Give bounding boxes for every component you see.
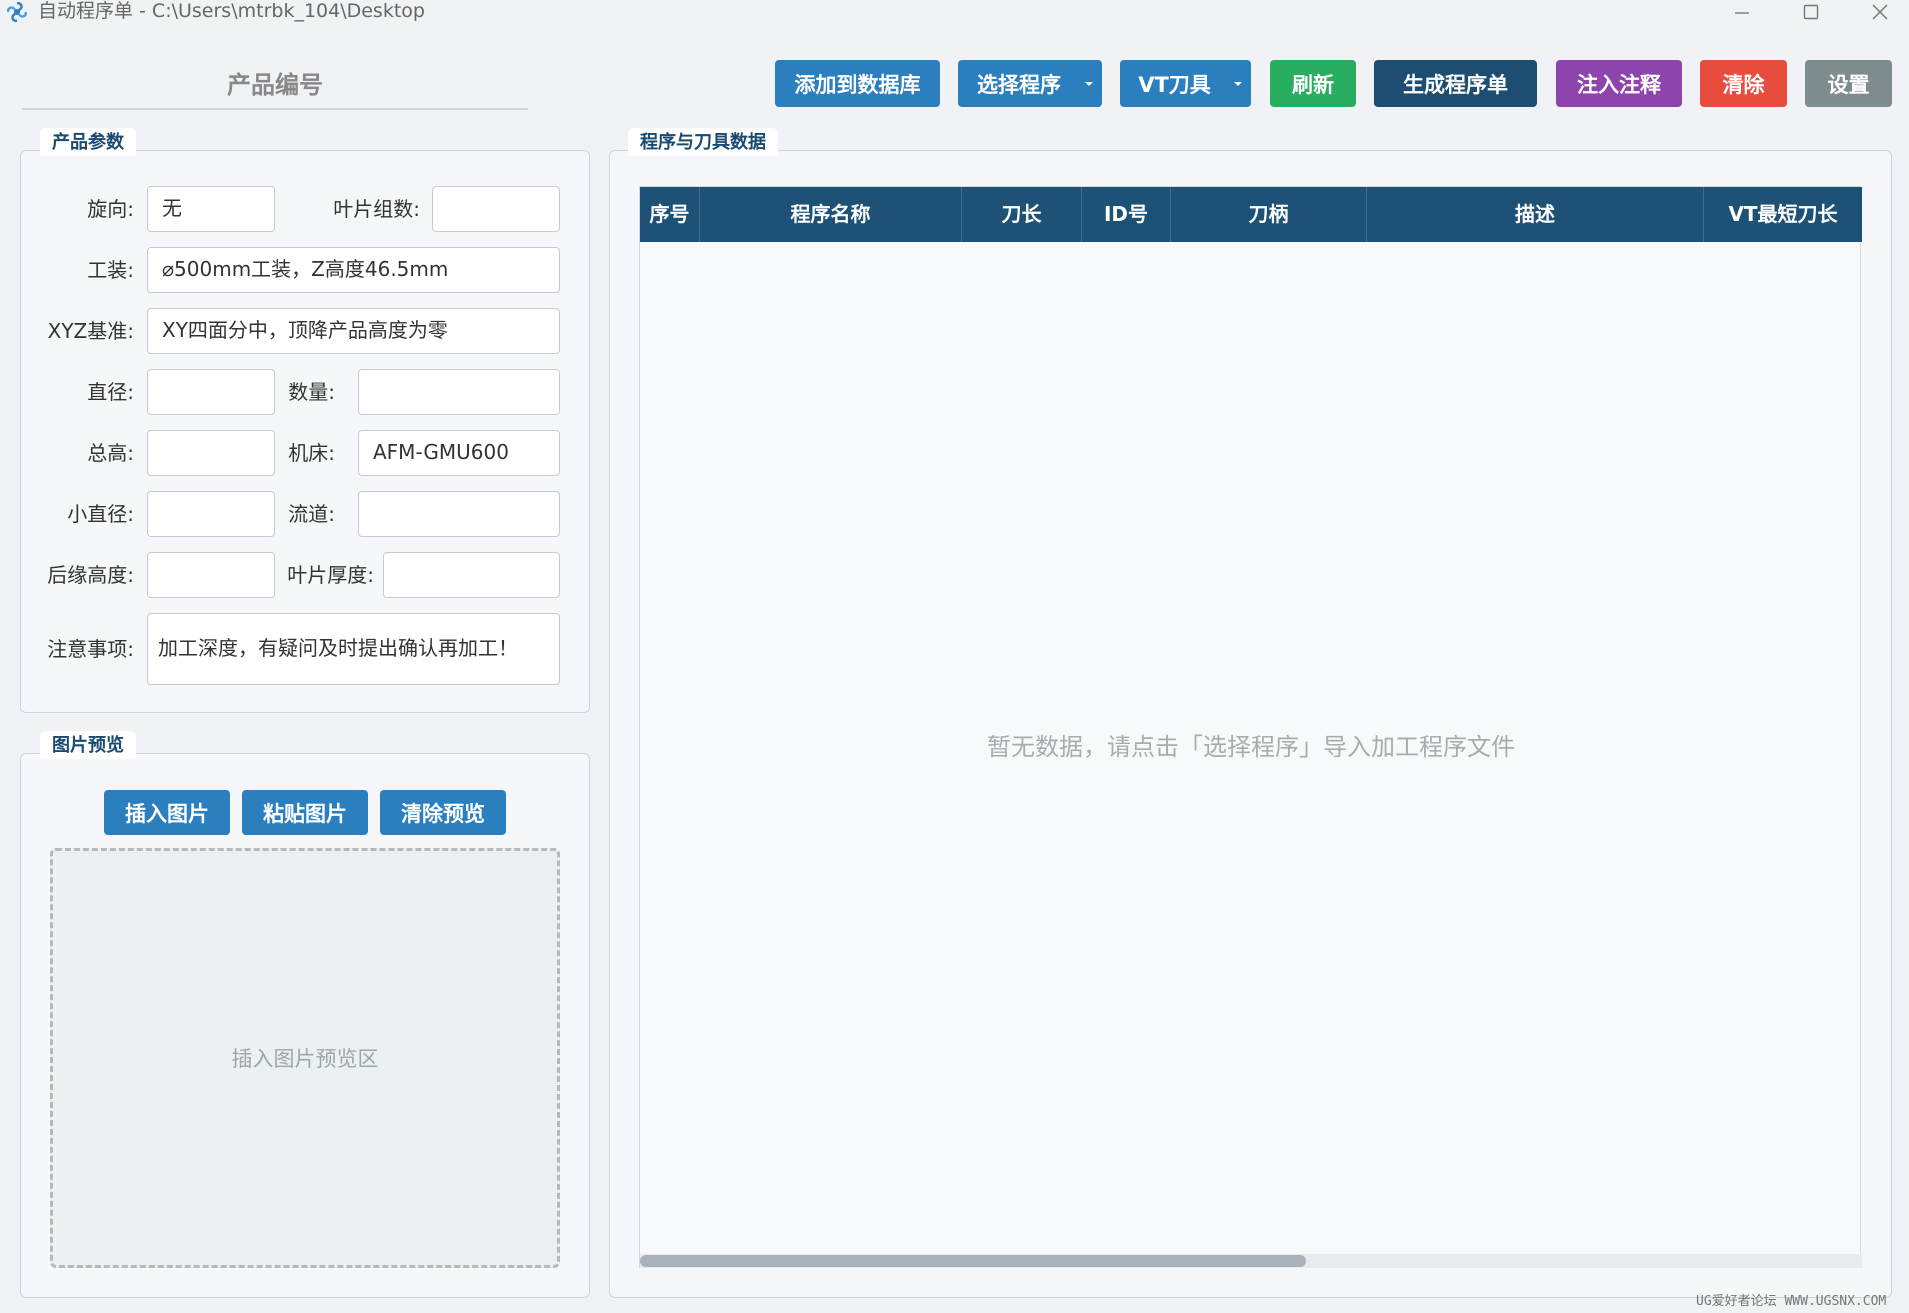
fixture-input[interactable]: ⌀500mm工装，Z高度46.5mm [147, 247, 560, 293]
small-diameter-input[interactable] [147, 491, 275, 537]
minimize-icon[interactable] [1712, 0, 1772, 24]
fixture-label: 工装: [87, 258, 134, 282]
empty-table-hint: 暂无数据，请点击「选择程序」导入加工程序文件 [987, 733, 1515, 761]
generate-program-sheet-button[interactable]: 生成程序单 [1374, 60, 1537, 107]
maximize-icon[interactable] [1781, 0, 1841, 24]
column-header-description[interactable]: 描述 [1367, 187, 1704, 242]
caret-down-icon [1234, 82, 1242, 86]
table-header: 序号 程序名称 刀长 ID号 刀柄 描述 VT最短刀长 [640, 187, 1862, 242]
notes-label: 注意事项: [47, 637, 134, 661]
total-height-input[interactable] [147, 430, 275, 476]
product-number-underline [22, 108, 528, 110]
machine-input[interactable]: AFM-GMU600 [358, 430, 560, 476]
total-height-label: 总高: [87, 441, 134, 465]
title-bar: 自动程序单 - C:\Users\mtrbk_104\Desktop [0, 0, 1909, 24]
quantity-input[interactable] [358, 369, 560, 415]
horizontal-scroll-thumb[interactable] [640, 1255, 1306, 1267]
program-table[interactable]: 序号 程序名称 刀长 ID号 刀柄 描述 VT最短刀长 暂无数据，请点击「选择程… [639, 186, 1862, 1268]
notes-input[interactable]: 加工深度，有疑问及时提出确认再加工！ [147, 613, 560, 685]
product-number-field[interactable]: 产品编号 [22, 64, 528, 110]
image-preview-title: 图片预览 [40, 731, 136, 759]
inject-comments-label: 注入注释 [1577, 72, 1661, 97]
window-title: 自动程序单 - C:\Users\mtrbk_104\Desktop [38, 0, 425, 22]
quantity-label: 数量: [288, 380, 335, 404]
refresh-button[interactable]: 刷新 [1270, 60, 1356, 107]
trailing-edge-height-label: 后缘高度: [47, 563, 134, 587]
clear-label: 清除 [1722, 72, 1765, 97]
settings-button[interactable]: 设置 [1805, 60, 1892, 107]
xyz-datum-input[interactable]: XY四面分中，顶降产品高度为零 [147, 308, 560, 354]
trailing-edge-height-input[interactable] [147, 552, 275, 598]
clear-preview-button[interactable]: 清除预览 [380, 790, 506, 835]
settings-label: 设置 [1827, 72, 1870, 97]
machine-label: 机床: [288, 441, 335, 465]
close-icon[interactable] [1850, 0, 1909, 24]
flow-channel-input[interactable] [358, 491, 560, 537]
flow-channel-label: 流道: [288, 502, 335, 526]
column-header-tool-holder[interactable]: 刀柄 [1171, 187, 1367, 242]
insert-image-label: 插入图片 [125, 801, 209, 826]
app-swirl-icon [6, 1, 28, 23]
blade-thickness-label: 叶片厚度: [287, 563, 374, 587]
insert-image-button[interactable]: 插入图片 [104, 790, 230, 835]
add-to-database-button[interactable]: 添加到数据库 [775, 60, 940, 107]
select-program-button[interactable]: 选择程序 [958, 60, 1102, 107]
clear-preview-label: 清除预览 [401, 801, 485, 826]
vt-tools-button[interactable]: VT刀具 [1120, 60, 1251, 107]
product-params-title: 产品参数 [40, 128, 136, 156]
select-program-label: 选择程序 [977, 72, 1061, 97]
column-header-index[interactable]: 序号 [640, 187, 700, 242]
generate-label: 生成程序单 [1403, 72, 1508, 97]
column-header-program-name[interactable]: 程序名称 [700, 187, 962, 242]
add-to-database-label: 添加到数据库 [794, 72, 921, 97]
preview-hint: 插入图片预览区 [231, 1047, 379, 1071]
blade-groups-label: 叶片组数: [333, 197, 420, 221]
clear-button[interactable]: 清除 [1700, 60, 1787, 107]
xyz-datum-label: XYZ基准: [47, 319, 134, 343]
inject-comments-button[interactable]: 注入注释 [1556, 60, 1682, 107]
small-diameter-label: 小直径: [67, 502, 134, 526]
rotation-input[interactable]: 无 [147, 186, 275, 232]
image-preview-area[interactable]: 插入图片预览区 [50, 848, 560, 1268]
blade-groups-input[interactable] [432, 186, 560, 232]
caret-down-icon [1085, 82, 1093, 86]
column-header-id[interactable]: ID号 [1082, 187, 1171, 242]
program-table-title: 程序与刀具数据 [628, 128, 778, 156]
rotation-label: 旋向: [87, 197, 134, 221]
refresh-label: 刷新 [1292, 72, 1334, 97]
paste-image-label: 粘贴图片 [263, 801, 347, 826]
diameter-input[interactable] [147, 369, 275, 415]
vt-tools-label: VT刀具 [1138, 72, 1211, 97]
diameter-label: 直径: [87, 380, 134, 404]
watermark: UG爱好者论坛 WWW.UGSNX.COM [1696, 1294, 1887, 1309]
column-header-vt-min-length[interactable]: VT最短刀长 [1704, 187, 1862, 242]
column-header-tool-length[interactable]: 刀长 [962, 187, 1082, 242]
blade-thickness-input[interactable] [383, 552, 560, 598]
paste-image-button[interactable]: 粘贴图片 [242, 790, 368, 835]
